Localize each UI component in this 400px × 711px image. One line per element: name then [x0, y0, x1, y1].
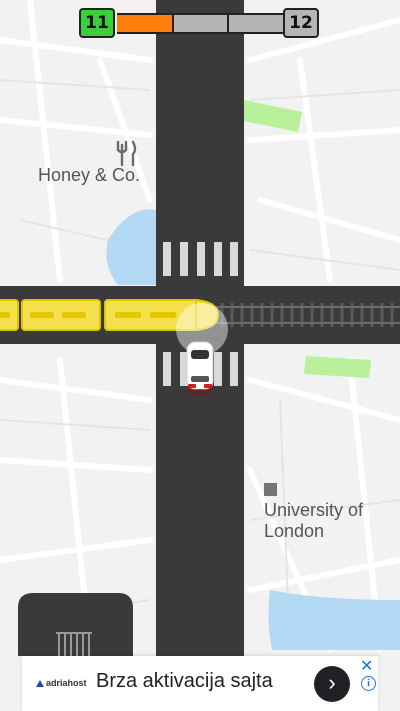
advertiser-logo-icon — [36, 680, 44, 687]
poi-label-line: London — [264, 521, 325, 541]
game-map — [0, 0, 400, 711]
chevron-right-icon: › — [328, 670, 336, 695]
poi-label-line: University of — [264, 500, 364, 520]
poi-label-university-of-london: University of London — [264, 500, 363, 542]
info-icon[interactable]: i — [361, 676, 376, 691]
water-area — [268, 590, 400, 650]
ad-banner[interactable]: adriahost Brza aktivacija sajta › ✕ i — [22, 656, 378, 711]
level-progress-fill — [117, 13, 172, 34]
ad-advertiser-logo: adriahost — [36, 678, 87, 688]
ad-advertiser-name: adriahost — [46, 678, 87, 688]
building-block — [18, 593, 133, 656]
poi-label-honey-co: Honey & Co. — [38, 165, 141, 185]
park-area — [304, 356, 371, 378]
park-area — [244, 100, 302, 132]
water-area — [106, 209, 156, 285]
square-poi-icon — [264, 483, 277, 496]
level-progress-segment — [227, 13, 283, 34]
close-icon[interactable]: ✕ — [360, 656, 373, 676]
next-level-badge: 12 — [283, 8, 319, 38]
current-level-badge: 11 — [79, 8, 115, 38]
ad-cta-button[interactable]: › — [314, 666, 350, 702]
level-progress-segment — [172, 13, 227, 34]
ad-title[interactable]: Brza aktivacija sajta — [96, 670, 273, 693]
